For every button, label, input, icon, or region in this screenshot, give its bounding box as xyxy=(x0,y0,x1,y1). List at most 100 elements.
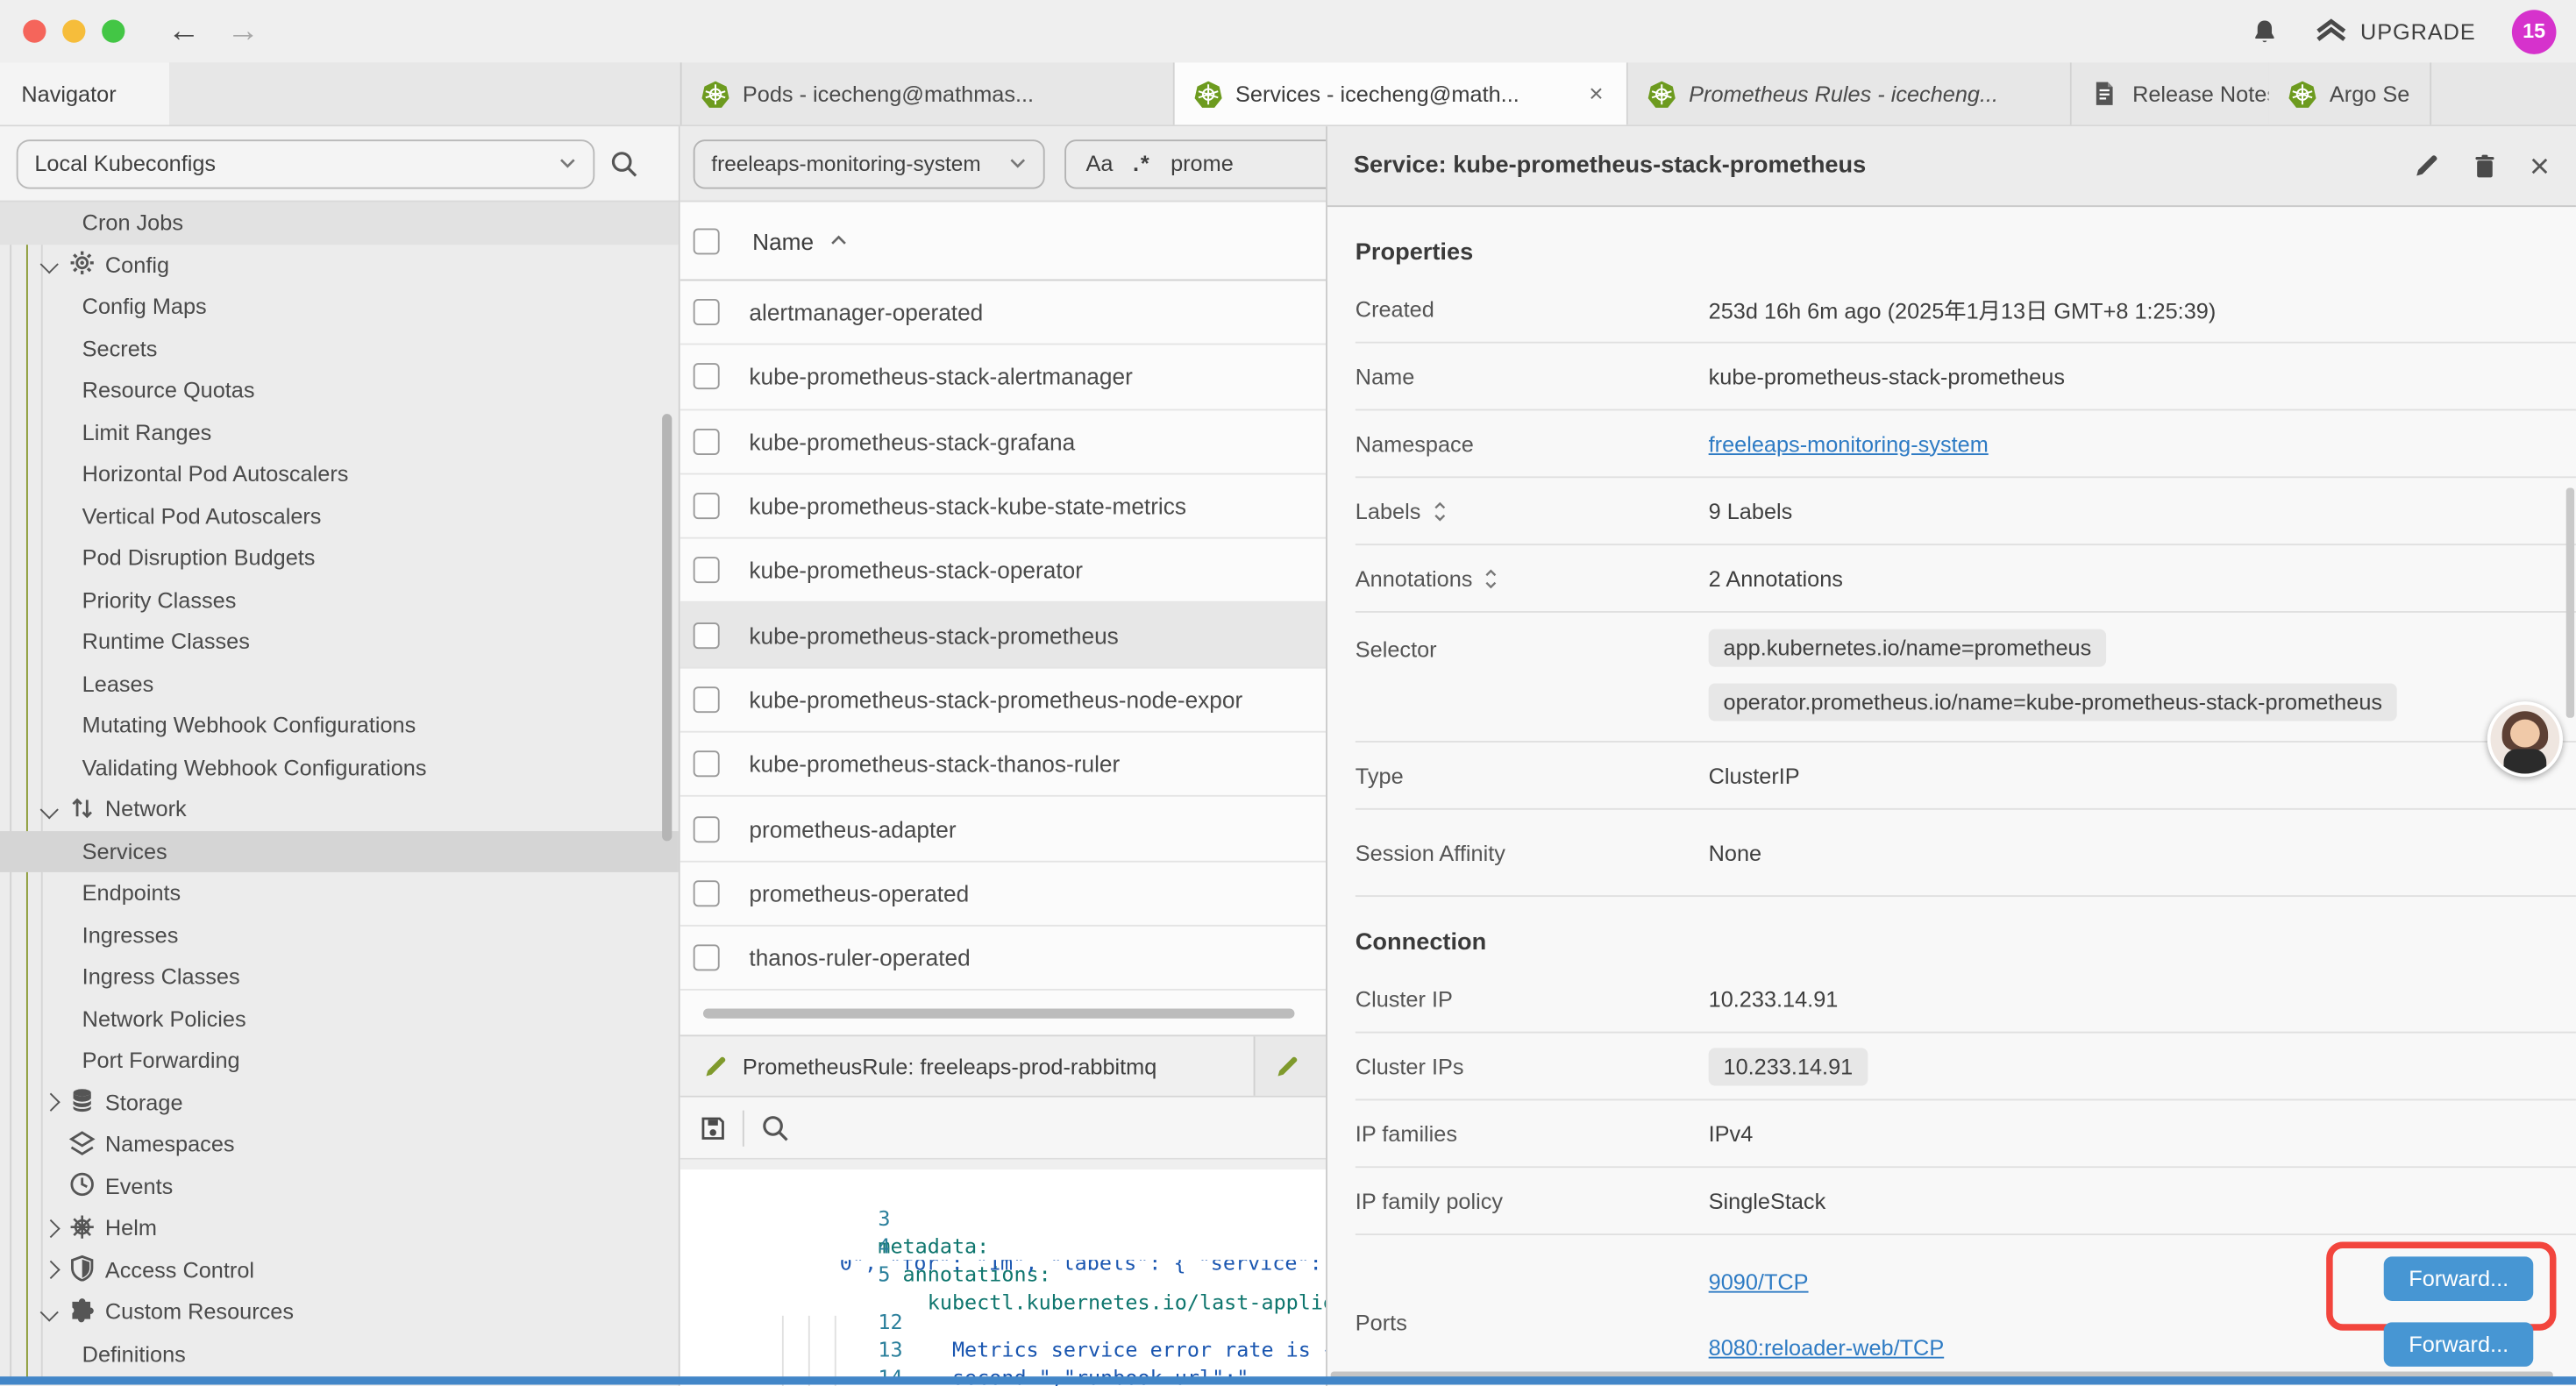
regex-toggle[interactable]: .* xyxy=(1133,151,1151,175)
sidebar-tree-item[interactable]: Custom Resources xyxy=(0,1291,679,1333)
document-tab[interactable]: Services - icecheng@math... × xyxy=(1175,62,1628,124)
upgrade-button[interactable]: UPGRADE xyxy=(2315,18,2476,45)
row-checkbox[interactable] xyxy=(694,880,720,906)
row-checkbox[interactable] xyxy=(694,429,720,455)
service-row[interactable]: prometheus-adapter xyxy=(680,797,1326,862)
sidebar-tree-item[interactable]: Mutating Webhook Configurations xyxy=(0,705,679,747)
sidebar-tree-item[interactable]: Limit Ranges xyxy=(0,411,679,453)
row-checkbox[interactable] xyxy=(694,558,720,584)
service-row[interactable]: kube-prometheus-stack-alertmanager xyxy=(680,345,1326,410)
edit-pencil-icon[interactable] xyxy=(2413,153,2439,179)
document-tab[interactable]: Pods - icecheng@mathmas... xyxy=(682,62,1175,124)
tree-chevron-icon[interactable] xyxy=(39,1175,62,1198)
user-avatar[interactable] xyxy=(2487,701,2563,777)
kubeconfig-select[interactable]: Local Kubeconfigs xyxy=(17,139,595,188)
sort-asc-icon[interactable] xyxy=(830,235,849,246)
selector-chip[interactable]: app.kubernetes.io/name=prometheus xyxy=(1709,629,2106,667)
tree-chevron-icon[interactable] xyxy=(39,1301,62,1324)
filter-input[interactable]: Aa .* prome xyxy=(1064,139,1327,188)
sidebar-tree-item[interactable]: Storage xyxy=(0,1082,679,1124)
forward-arrow-icon[interactable]: → xyxy=(227,15,260,47)
sidebar-tree-item[interactable]: Ingresses xyxy=(0,914,679,956)
sidebar-tree-item[interactable]: Helm xyxy=(0,1207,679,1249)
sidebar-tree-item[interactable]: Access Control xyxy=(0,1249,679,1291)
row-checkbox[interactable] xyxy=(694,299,720,325)
sidebar-tree-item[interactable]: Cron Jobs xyxy=(0,202,679,244)
service-row[interactable]: kube-prometheus-stack-prometheus xyxy=(680,604,1326,669)
sidebar-tree-item[interactable]: Network Policies xyxy=(0,998,679,1040)
service-row[interactable]: thanos-ruler-operated xyxy=(680,927,1326,992)
tree-chevron-icon[interactable] xyxy=(39,798,62,821)
sidebar-tree-item[interactable]: Definitions xyxy=(0,1333,679,1375)
navigator-tab[interactable]: Navigator xyxy=(0,62,169,124)
tree-chevron-icon[interactable] xyxy=(39,253,62,276)
service-row[interactable]: kube-prometheus-stack-prometheus-node-ex… xyxy=(680,668,1326,733)
back-arrow-icon[interactable]: ← xyxy=(167,15,200,47)
cluster-ip-chip[interactable]: 10.233.14.91 xyxy=(1709,1047,1868,1084)
save-icon[interactable] xyxy=(700,1115,726,1141)
trash-icon[interactable] xyxy=(2472,153,2496,179)
service-row[interactable]: kube-prometheus-stack-operator xyxy=(680,539,1326,604)
sidebar-tree-item[interactable]: Port Forwarding xyxy=(0,1040,679,1082)
tree-chevron-icon[interactable] xyxy=(39,1091,62,1114)
list-horizontal-scrollbar[interactable] xyxy=(680,991,1326,1035)
prometheusrule-editor-tab[interactable]: PrometheusRule: freeleaps-prod-rabbitmq xyxy=(680,1037,1256,1096)
row-checkbox[interactable] xyxy=(694,751,720,778)
match-case-toggle[interactable]: Aa xyxy=(1086,151,1114,175)
search-icon[interactable] xyxy=(609,149,639,179)
port-link[interactable]: 9090/TCP xyxy=(1709,1269,1809,1293)
forward-button[interactable]: Forward... xyxy=(2384,1322,2533,1367)
sidebar-scrollbar[interactable] xyxy=(662,414,672,841)
close-panel-icon[interactable]: × xyxy=(2530,149,2550,183)
sidebar-tree-item[interactable]: Endpoints xyxy=(0,872,679,914)
close-tab-icon[interactable]: × xyxy=(1586,80,1607,108)
sidebar-tree-item[interactable]: Secrets xyxy=(0,328,679,370)
forward-button[interactable]: Forward... xyxy=(2384,1256,2533,1301)
service-row[interactable]: prometheus-operated xyxy=(680,862,1326,927)
sidebar-tree-item[interactable]: Horizontal Pod Autoscalers xyxy=(0,453,679,495)
editor-tab-partial[interactable] xyxy=(1256,1037,1326,1096)
port-link[interactable]: 8080:reloader-web/TCP xyxy=(1709,1334,1945,1359)
service-row[interactable]: kube-prometheus-stack-grafana xyxy=(680,410,1326,475)
service-row[interactable]: kube-prometheus-stack-thanos-ruler xyxy=(680,733,1326,798)
sort-updown-icon[interactable] xyxy=(1432,501,1447,522)
row-checkbox[interactable] xyxy=(694,622,720,648)
row-checkbox[interactable] xyxy=(694,493,720,519)
service-row[interactable]: kube-prometheus-stack-kube-state-metrics xyxy=(680,474,1326,539)
select-all-checkbox[interactable] xyxy=(694,228,720,254)
sidebar-tree-item[interactable]: Resource Quotas xyxy=(0,370,679,412)
row-checkbox[interactable] xyxy=(694,815,720,842)
document-tab[interactable]: Prometheus Rules - icecheng... xyxy=(1628,62,2072,124)
minimize-window-button[interactable] xyxy=(62,19,85,42)
notification-count-badge[interactable]: 15 xyxy=(2512,9,2557,53)
tree-chevron-icon[interactable] xyxy=(39,1217,62,1240)
namespace-select[interactable]: freeleaps-monitoring-system xyxy=(694,139,1045,188)
selector-chip[interactable]: operator.prometheus.io/name=kube-prometh… xyxy=(1709,683,2397,721)
sidebar-tree-item[interactable]: Ingress Classes xyxy=(0,956,679,998)
document-tab[interactable]: Argo Se xyxy=(2269,62,2431,124)
sidebar-tree-item[interactable]: Events xyxy=(0,1165,679,1207)
sidebar-tree-item[interactable]: Priority Classes xyxy=(0,579,679,621)
close-window-button[interactable] xyxy=(23,19,46,42)
sidebar-tree-item[interactable]: Config Maps xyxy=(0,286,679,328)
row-checkbox[interactable] xyxy=(694,945,720,971)
document-tab[interactable]: Release Notes xyxy=(2072,62,2269,124)
row-checkbox[interactable] xyxy=(694,686,720,713)
sidebar-tree-item[interactable]: Pod Disruption Budgets xyxy=(0,537,679,579)
sidebar-tree-item[interactable]: Leases xyxy=(0,663,679,705)
service-row[interactable]: alertmanager-operated xyxy=(680,281,1326,345)
namespace-link[interactable]: freeleaps-monitoring-system xyxy=(1709,431,1989,456)
sidebar-tree-item[interactable]: Namespaces xyxy=(0,1124,679,1166)
sidebar-tree-item[interactable]: Runtime Classes xyxy=(0,621,679,663)
row-checkbox[interactable] xyxy=(694,364,720,390)
editor-search-icon[interactable] xyxy=(761,1113,791,1143)
sort-updown-icon[interactable] xyxy=(1484,567,1499,588)
detail-vertical-scrollbar[interactable] xyxy=(2566,487,2574,717)
zoom-window-button[interactable] xyxy=(102,19,125,42)
tree-chevron-icon[interactable] xyxy=(39,1259,62,1282)
sidebar-tree-item[interactable]: Network xyxy=(0,788,679,830)
name-column-header[interactable]: Name xyxy=(752,228,814,254)
yaml-editor[interactable]: 3 metadata: 4 annotations: xyxy=(680,1160,1326,1386)
sidebar-tree-item[interactable]: Vertical Pod Autoscalers xyxy=(0,495,679,537)
sidebar-tree-item[interactable]: Services xyxy=(0,830,679,872)
